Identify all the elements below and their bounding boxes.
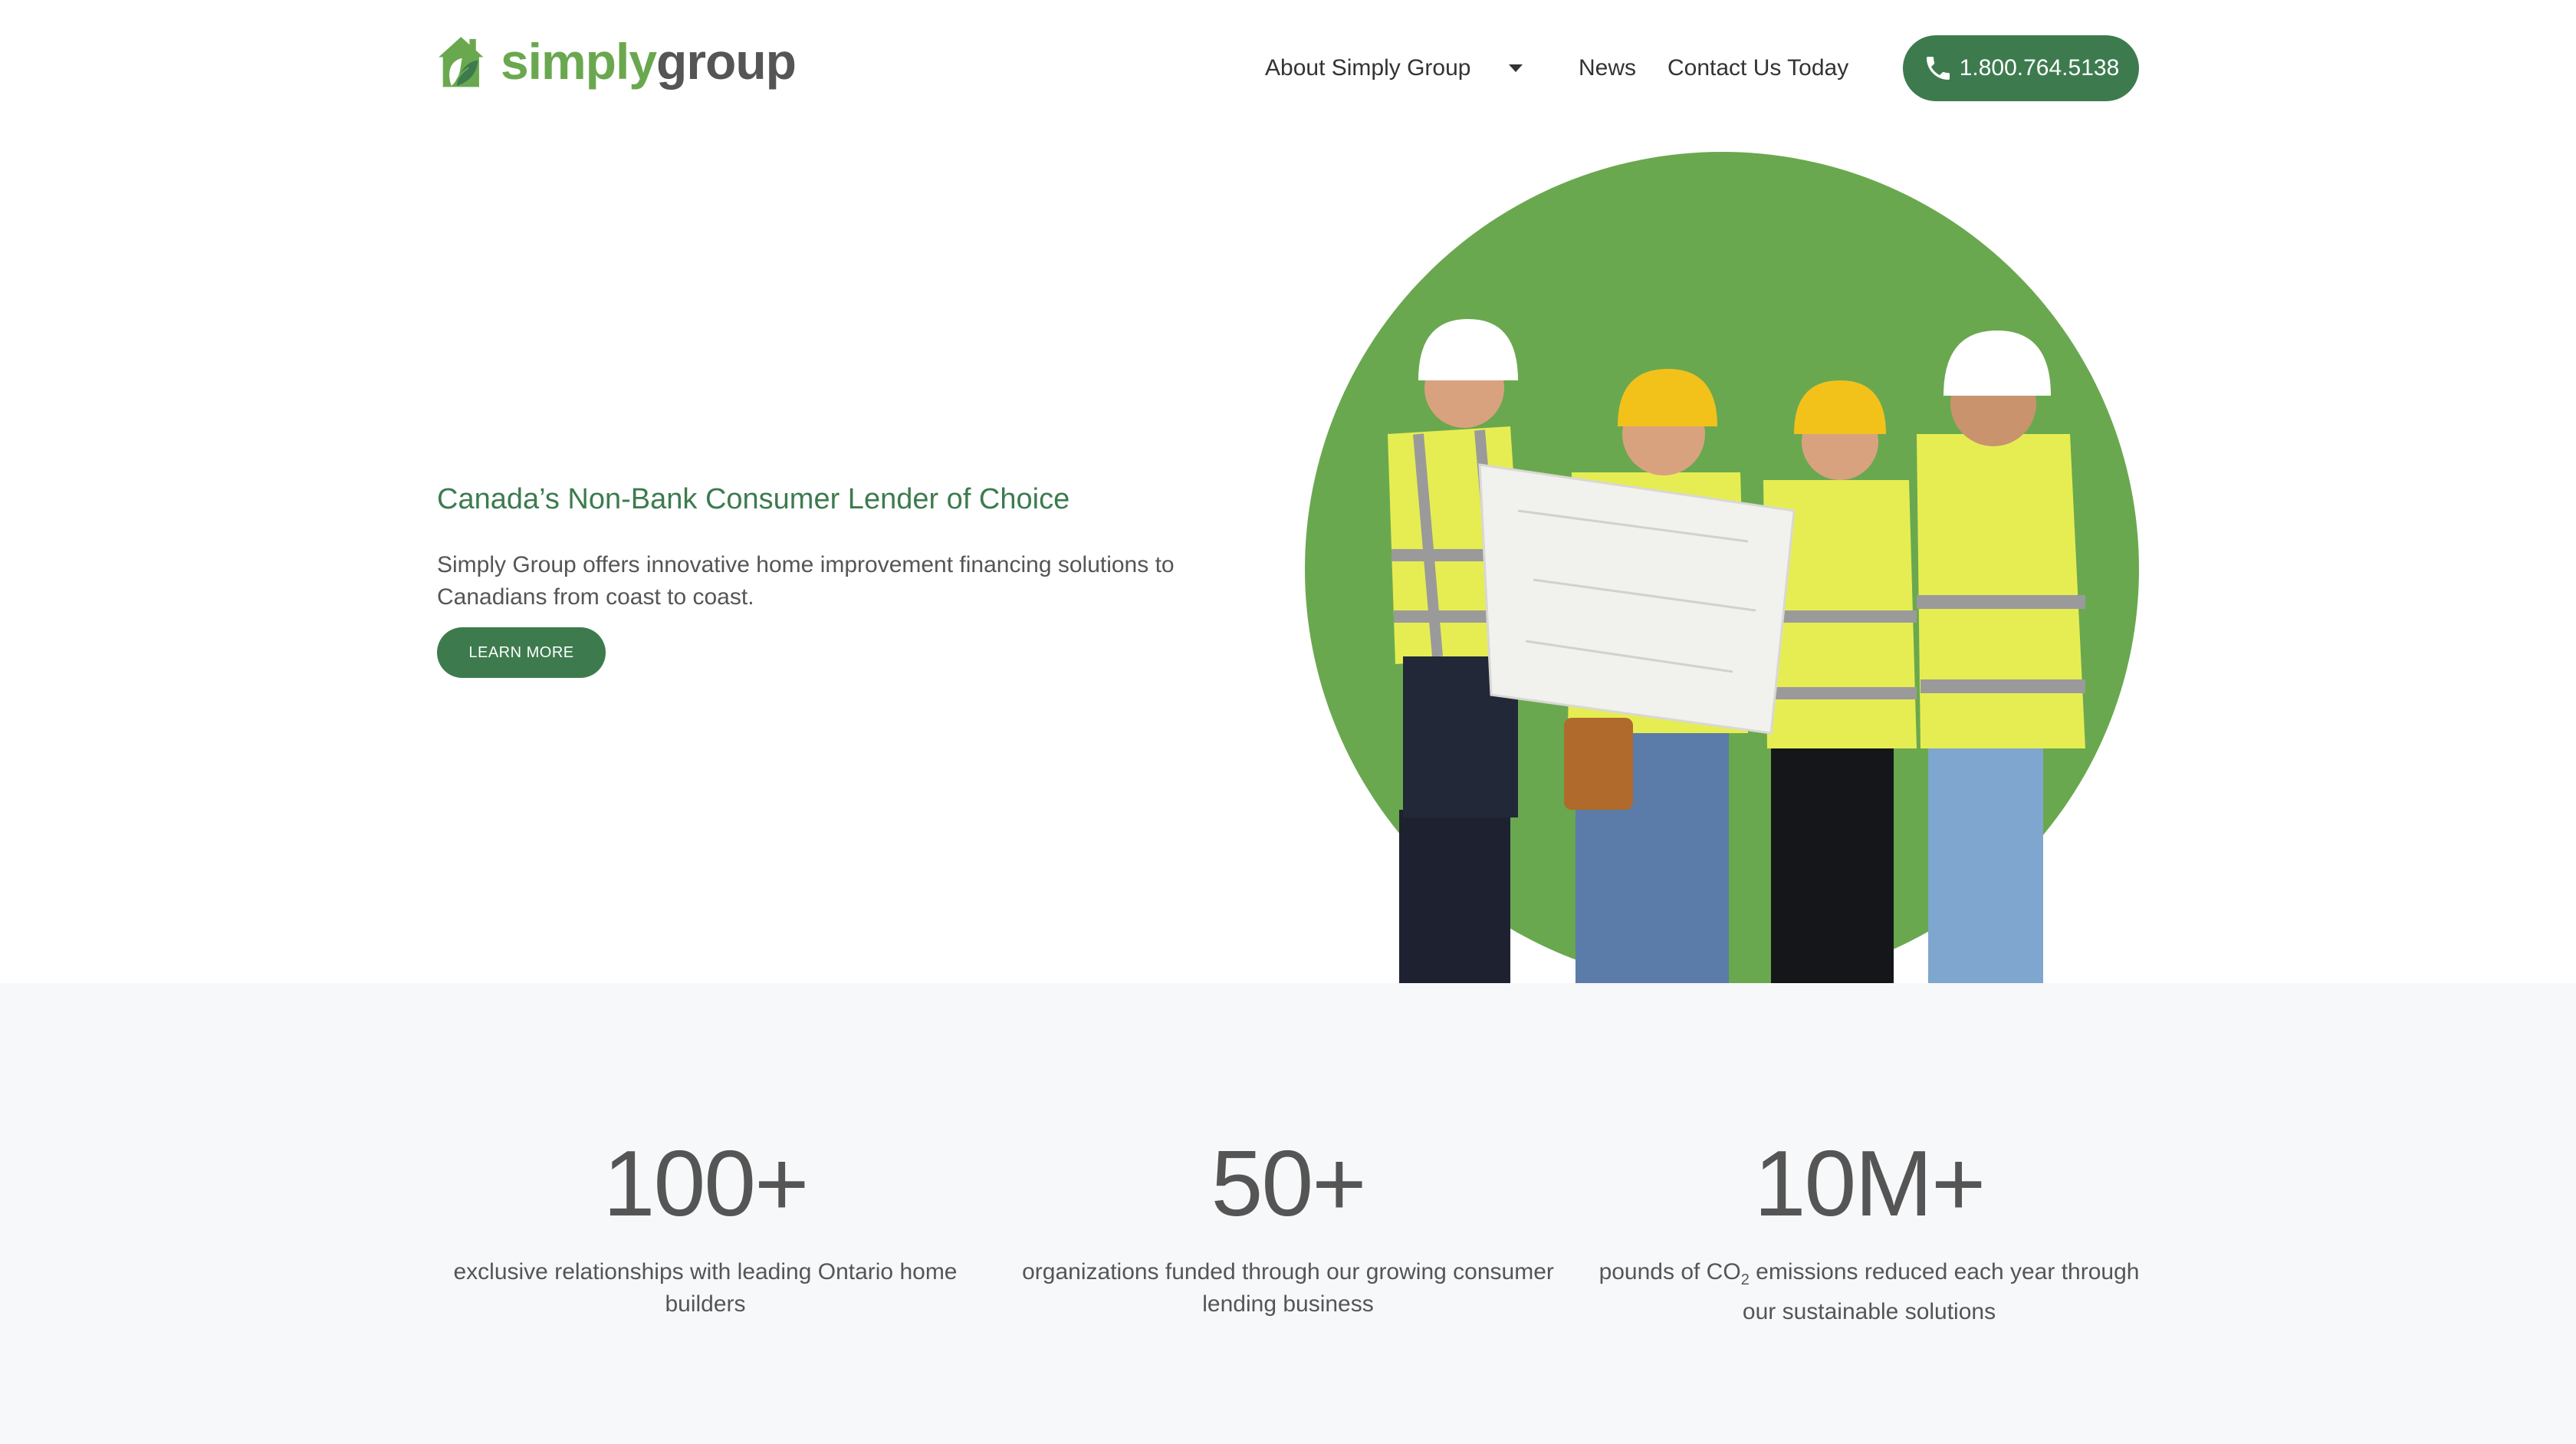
logo-simply: simply (500, 33, 657, 90)
stat-item: 10M+ pounds of CO2 emissions reduced eac… (1593, 1136, 2145, 1328)
stat-description: exclusive relationships with leading Ont… (453, 1259, 958, 1317)
hero-title: Canada’s Non-Bank Consumer Lender of Cho… (437, 483, 1070, 515)
learn-more-button[interactable]: LEARN MORE (437, 627, 606, 678)
stat-value: 100+ (603, 1131, 810, 1235)
stat-value: 10M+ (1753, 1131, 1986, 1235)
construction-workers-illustration (1305, 152, 2139, 983)
hero-description: Simply Group offers innovative home impr… (437, 552, 1175, 610)
phone-button[interactable]: 1.800.764.5138 (1903, 35, 2139, 101)
phone-icon (1926, 57, 1950, 80)
stat-description-subscript: 2 (1740, 1271, 1750, 1288)
stat-item: 100+ exclusive relationships with leadin… (429, 1136, 981, 1321)
stat-description-part2: emissions reduced each year through our … (1742, 1259, 2140, 1324)
nav-about-dropdown[interactable]: About Simply Group (1265, 48, 1523, 89)
site-header: simplygroup About Simply Group News Cont… (0, 0, 2576, 146)
house-leaf-logo-icon (439, 37, 484, 87)
stat-description: pounds of CO2 emissions reduced each yea… (1593, 1256, 2145, 1328)
caret-down-icon[interactable] (1509, 64, 1523, 72)
stat-description-part1: pounds of CO (1598, 1259, 1741, 1284)
stats-section: 100+ exclusive relationships with leadin… (0, 983, 2576, 1444)
stat-value: 50+ (1211, 1131, 1367, 1235)
phone-number: 1.800.764.5138 (1959, 55, 2120, 81)
logo-group: group (656, 33, 797, 90)
hero-image (1303, 150, 2141, 983)
nav-about-label: About Simply Group (1265, 55, 1471, 81)
logo-wordmark: simplygroup (500, 33, 797, 90)
nav-news-link[interactable]: News (1579, 48, 1636, 89)
stat-description: organizations funded through our growing… (1022, 1259, 1554, 1317)
logo[interactable]: simplygroup (435, 21, 797, 101)
stat-item: 50+ organizations funded through our gro… (1012, 1136, 1564, 1321)
nav-contact-link[interactable]: Contact Us Today (1668, 48, 1848, 89)
